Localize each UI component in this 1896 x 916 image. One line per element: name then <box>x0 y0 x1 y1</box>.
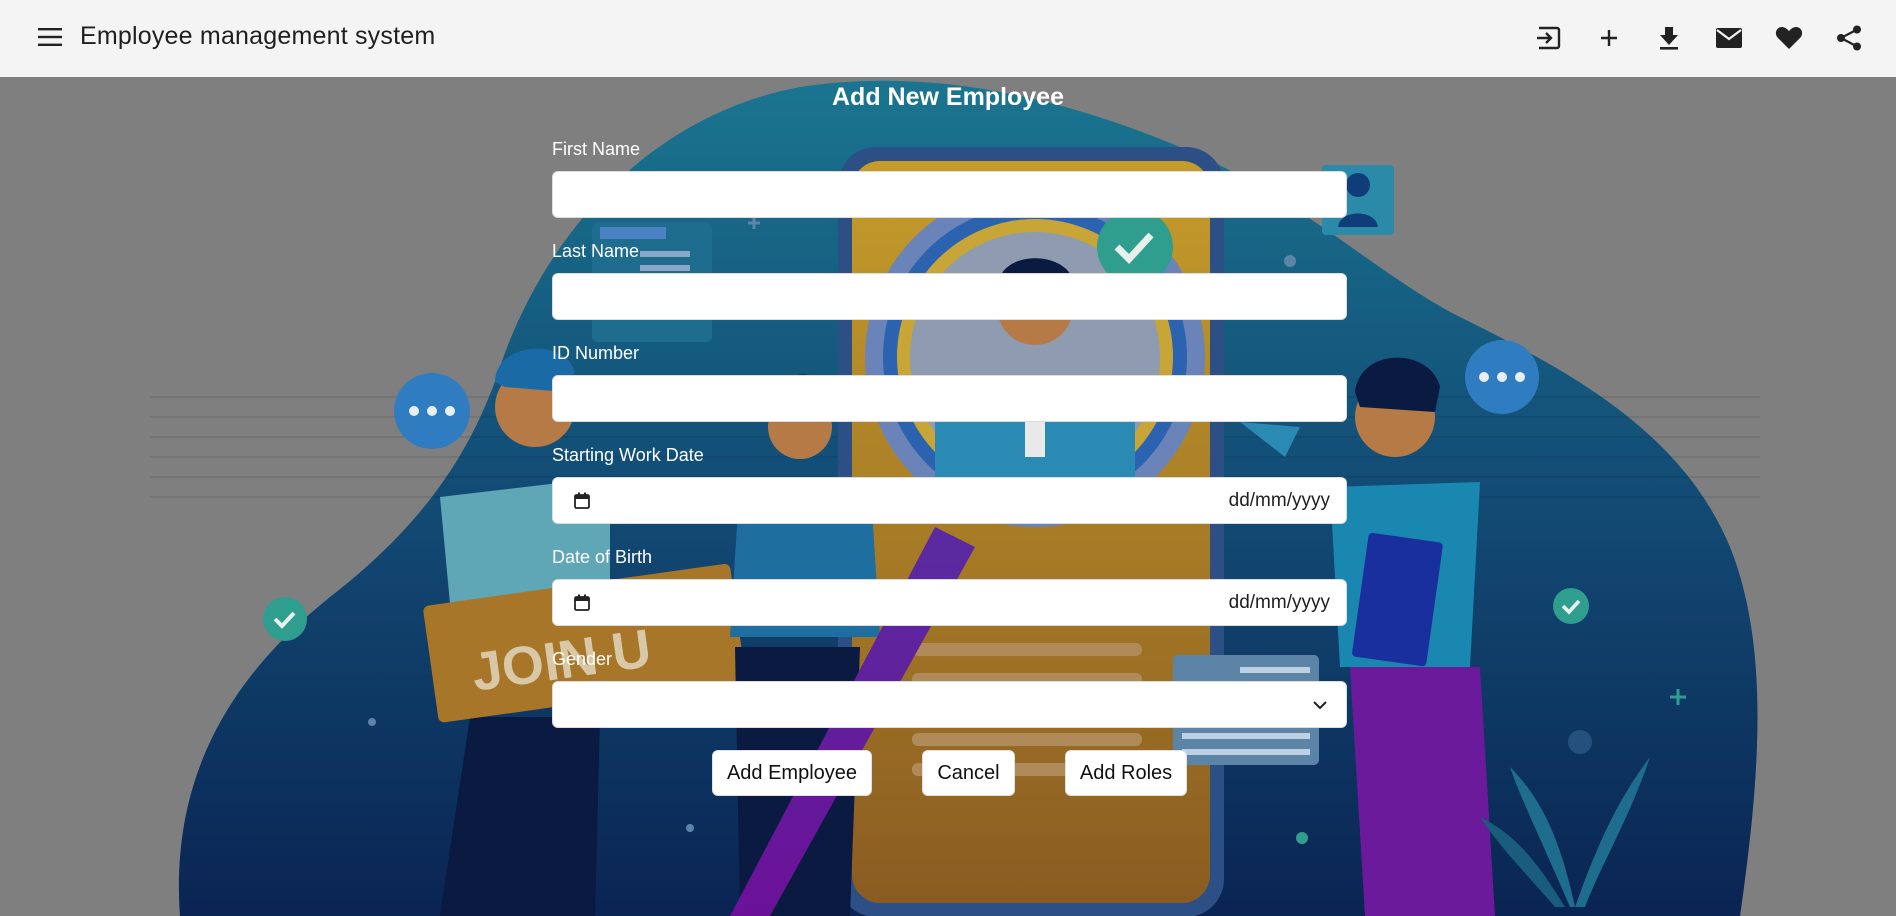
cancel-button[interactable]: Cancel <box>922 750 1015 796</box>
date-format-placeholder: dd/mm/yyyy <box>1228 591 1330 613</box>
last-name-label: Last Name <box>552 241 640 261</box>
date-of-birth-label: Date of Birth <box>552 547 653 567</box>
top-app-bar: Employee management system <box>0 0 1896 77</box>
first-name-input[interactable] <box>552 171 1347 218</box>
last-name-input[interactable] <box>552 273 1347 320</box>
add-icon[interactable] <box>1594 23 1624 53</box>
add-roles-button[interactable]: Add Roles <box>1065 750 1187 796</box>
calendar-icon[interactable] <box>573 594 591 612</box>
menu-icon[interactable] <box>37 26 63 48</box>
heart-icon[interactable] <box>1774 23 1804 53</box>
starting-work-date-label: Starting Work Date <box>552 445 704 465</box>
starting-work-date-input[interactable]: dd/mm/yyyy <box>552 477 1347 524</box>
download-icon[interactable] <box>1654 23 1684 53</box>
gender-label: Gender <box>552 649 613 669</box>
chevron-down-icon <box>1312 700 1328 710</box>
first-name-label: First Name <box>552 139 641 159</box>
id-number-label: ID Number <box>552 343 640 363</box>
app-title: Employee management system <box>80 22 436 50</box>
calendar-icon[interactable] <box>573 492 591 510</box>
mail-icon[interactable] <box>1714 23 1744 53</box>
date-format-placeholder: dd/mm/yyyy <box>1228 489 1330 511</box>
login-icon[interactable] <box>1534 23 1564 53</box>
gender-select[interactable] <box>552 681 1347 728</box>
date-of-birth-input[interactable]: dd/mm/yyyy <box>552 579 1347 626</box>
form-title: Add New Employee <box>832 83 1064 111</box>
share-icon[interactable] <box>1834 23 1864 53</box>
id-number-input[interactable] <box>552 375 1347 422</box>
add-employee-button[interactable]: Add Employee <box>712 750 872 796</box>
